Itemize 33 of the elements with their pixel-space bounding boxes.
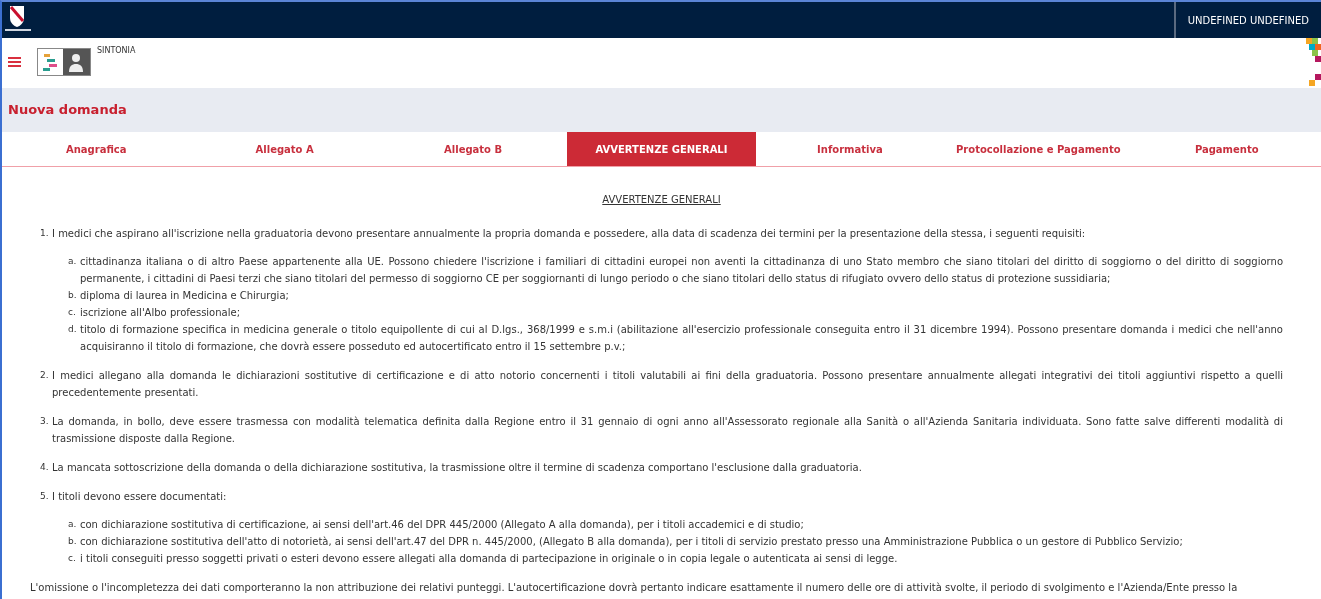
paragraph: titolo di formazione specifica in medicina generale o titolo equipollente di cui al D.lgs., 368/1999 e s.m.i (abilitazione all'esercizio professionale conseguita entro il 31 dicembre 1994). Possono presentare domanda i medici che nell'anno acquisiranno il titolo di formazione, che dovrà essere posseduto ed autocertificato entro il 15 settembre p.v.; <box>80 323 1283 354</box>
menu-icon[interactable] <box>8 57 21 67</box>
coat-of-arms-icon <box>4 4 32 32</box>
paragraph: con dichiarazione sostitutiva di certificazione, ai sensi dell'art.46 del DPR 445/2000 (Allegato A alla domanda), per i titoli accademici e di studio; <box>80 518 804 532</box>
paragraph: i titoli conseguiti presso soggetti privati o esteri devono essere allegati alla domanda di partecipazione in originale o in copia legale o autenticata ai sensi di legge. <box>80 552 898 566</box>
paragraph: con dichiarazione sostitutiva dell'atto di notorietà, ai sensi dell'art.47 del DPR n. 445/2000, (Allegato B alla domanda), per i titoli di servizio prestato presso una Amministrazione Pubblica o un gestore di Pubblico Servizio; <box>80 535 1183 549</box>
item-number: 5. <box>40 490 50 503</box>
page-title: Nuova domanda <box>8 101 127 120</box>
paragraph: La domanda, in bollo, deve essere trasmessa con modalità telematica definita dalla Regione entro il 31 gennaio di ogni anno all'Assessorato regionale alla Sanità o all'Azienda Sanitaria individuata. Sono fatte salve differenti modalità di trasmissione disposte dalla Regione. <box>52 415 1283 446</box>
item-number: 1. <box>40 227 50 240</box>
decorative-squares-drawing <box>1306 38 1321 86</box>
app-logo-icon <box>37 48 91 76</box>
item-letter: b. <box>68 289 78 302</box>
paragraph: cittadinanza italiana o di altro Paese appartenente alla UE. Possono chiedere l'iscrizione i familiari di cittadini europei non aventi la cittadinanza di uno Stato membro che siano titolari del diritto di soggiorno o del diritto di soggiorno permanente, i cittadini di Paesi terzi che siano titolari del permesso di soggiorno CE per soggiornanti di lungo periodo o che siano titolari dello status di rifugiato ovvero dello status di protezione sussidiaria; <box>80 255 1283 286</box>
paragraph: iscrizione all'Albo professionale; <box>80 306 240 320</box>
paragraph: I medici che aspirano all'iscrizione nella graduatoria devono presentare annualmente la propria domanda e possedere, alla data di scadenza dei termini per la presentazione della stessa, i seguenti requisiti: <box>52 227 1086 241</box>
section-heading: AVVERTENZE GENERALI <box>602 193 721 207</box>
paragraph: I medici allegano alla domanda le dichiarazioni sostitutive di certificazione e di atto notorio concernenti i titoli valutabili ai fini della graduatoria. Possono presentare annualmente allegati integrativi dei titoli aggiuntivi rispetto a quelli precedentemente presentati. <box>52 369 1283 400</box>
item-letter: a. <box>68 518 78 531</box>
paragraph: I titoli devono essere documentati: <box>52 490 227 504</box>
item-letter: c. <box>68 552 77 565</box>
item-number: 3. <box>40 415 50 428</box>
item-letter: d. <box>68 323 78 336</box>
paragraph: La mancata sottoscrizione della domanda o della dichiarazione sostitutiva, la trasmissione oltre il termine di scadenza comportano l'esclusione dalla graduatoria. <box>52 461 862 475</box>
item-letter: b. <box>68 535 78 548</box>
item-number: 2. <box>40 369 50 382</box>
paragraph: diploma di laurea in Medicina e Chirurgia; <box>80 289 289 303</box>
item-letter: c. <box>68 306 77 319</box>
app-name: SINTONIA <box>97 45 136 57</box>
item-number: 4. <box>40 461 50 474</box>
paragraph: L'omissione o l'incompletezza dei dati comporteranno la non attribuzione dei relativi punteggi. L'autocertificazione dovrà pertanto indicare esattamente il numero delle ore di attività svolte, il periodo di svolgimento e l'Azienda/Ente presso la <box>30 581 1239 595</box>
tab[interactable]: AVVERTENZE GENERALI <box>567 132 756 166</box>
item-letter: a. <box>68 255 78 268</box>
